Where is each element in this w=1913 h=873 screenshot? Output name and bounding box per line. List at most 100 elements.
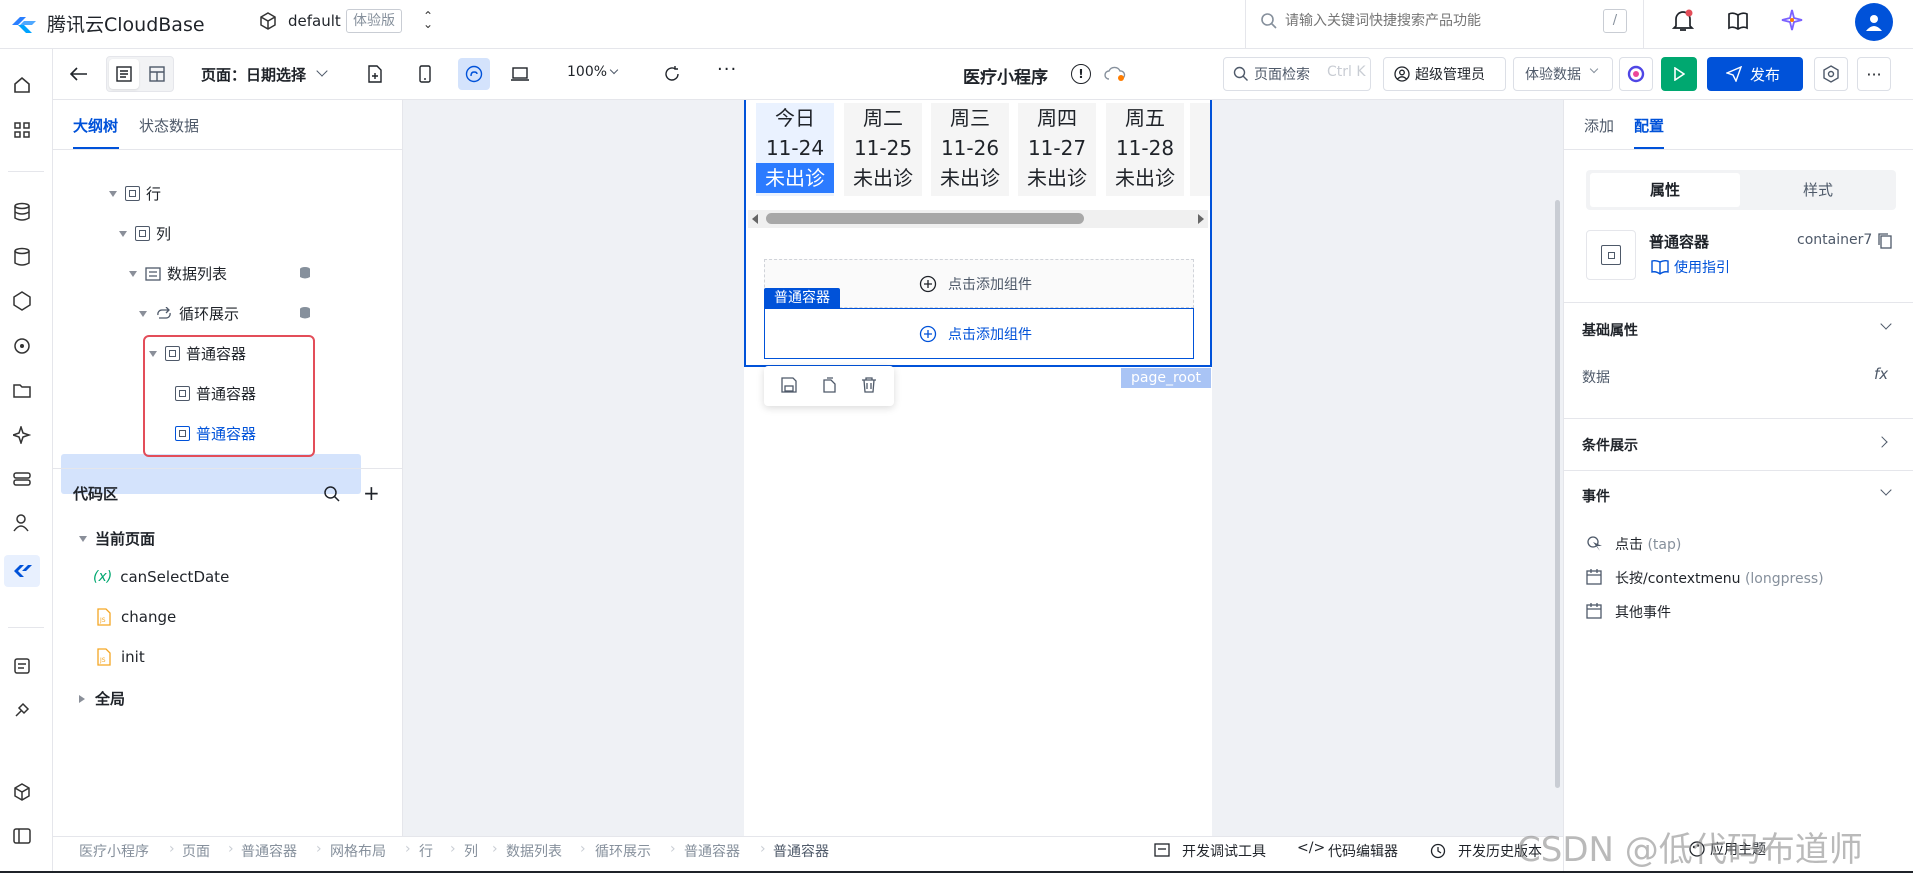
desktop-preview-icon[interactable]: [508, 62, 532, 86]
chevron-down-icon[interactable]: [316, 65, 328, 77]
expand-icon[interactable]: [139, 310, 147, 317]
date-card[interactable]: 周五 11-28 未出诊: [1106, 103, 1184, 196]
user-icon[interactable]: [10, 511, 34, 535]
scroll-right-icon[interactable]: [1198, 214, 1204, 224]
breadcrumb-item[interactable]: 页面: [182, 841, 210, 861]
zoom-level[interactable]: 100%: [567, 64, 607, 80]
canvas-scrollbar[interactable]: [1555, 200, 1560, 788]
breadcrumb-item[interactable]: 网格布局: [330, 841, 386, 861]
breadcrumb-item[interactable]: 列: [464, 841, 478, 861]
code-search-icon[interactable]: [323, 485, 341, 503]
data-model-icon[interactable]: [10, 245, 34, 269]
breadcrumb-item-current[interactable]: 普通容器: [773, 841, 829, 861]
home-icon[interactable]: [10, 73, 34, 97]
devtools-button[interactable]: 开发调试工具: [1182, 841, 1266, 861]
code-item-js[interactable]: JS change: [97, 608, 176, 626]
code-editor-button[interactable]: 代码编辑器: [1328, 841, 1398, 861]
tree-node-column[interactable]: 列: [119, 223, 171, 244]
fx-icon[interactable]: fx: [1874, 365, 1888, 383]
basic-props-header[interactable]: 基础属性: [1582, 320, 1638, 340]
expand-icon[interactable]: [79, 535, 87, 542]
extension-icon[interactable]: [10, 780, 34, 804]
avatar[interactable]: [1855, 3, 1893, 41]
usage-guide-link[interactable]: 使用指引: [1674, 257, 1730, 277]
refresh-icon[interactable]: [660, 62, 684, 86]
workflow-icon[interactable]: [10, 334, 34, 358]
copy-id-icon[interactable]: [1878, 233, 1892, 249]
breadcrumb-item[interactable]: 行: [419, 841, 433, 861]
code-current-page[interactable]: 当前页面: [79, 528, 155, 549]
expand-icon[interactable]: [79, 694, 85, 703]
breadcrumb-item[interactable]: 数据列表: [506, 841, 562, 861]
bell-icon[interactable]: [1672, 9, 1694, 33]
scroll-left-icon[interactable]: [752, 214, 758, 224]
breadcrumb-item[interactable]: 医疗小程序: [79, 841, 149, 861]
cloudbase-logo-icon[interactable]: [10, 13, 38, 35]
outline-view-icon[interactable]: [109, 59, 139, 89]
cloud-sync-icon[interactable]: [1103, 64, 1127, 84]
tree-node-loop[interactable]: 循环展示: [139, 303, 239, 324]
date-card[interactable]: 周三 11-26 未出诊: [931, 103, 1009, 196]
env-name[interactable]: default: [288, 12, 341, 30]
function-icon[interactable]: [10, 289, 34, 313]
segment-styles[interactable]: 样式: [1744, 173, 1892, 207]
segment-properties[interactable]: 属性: [1590, 173, 1740, 207]
breadcrumb-item[interactable]: 普通容器: [241, 841, 297, 861]
code-item-var[interactable]: (x) canSelectDate: [93, 568, 229, 586]
date-card[interactable]: 周二 11-25 未出诊: [844, 103, 922, 196]
back-arrow-icon[interactable]: [67, 62, 91, 86]
ai-copilot-icon[interactable]: [1619, 57, 1653, 91]
tree-node-row[interactable]: 行: [109, 183, 161, 204]
expand-icon[interactable]: [119, 230, 127, 237]
condition-header[interactable]: 条件展示: [1582, 435, 1638, 455]
breadcrumb-item[interactable]: 循环展示: [595, 841, 651, 861]
grid-icon[interactable]: [10, 118, 34, 142]
logs-icon[interactable]: [10, 654, 34, 678]
plugin-icon[interactable]: [10, 698, 34, 722]
breadcrumb-item[interactable]: 普通容器: [684, 841, 740, 861]
mobile-preview-icon[interactable]: [413, 62, 437, 86]
brand-title[interactable]: 腾讯云CloudBase: [47, 10, 205, 37]
more-options-icon[interactable]: ···: [1857, 57, 1891, 91]
collapse-chevron-icon[interactable]: [1880, 318, 1892, 330]
info-icon[interactable]: !: [1071, 64, 1091, 84]
global-search-input[interactable]: [1285, 9, 1585, 33]
code-item-js[interactable]: JS init: [97, 648, 145, 666]
expand-chevron-icon[interactable]: [1876, 436, 1888, 448]
date-card[interactable]: 今日 11-24 未出诊: [756, 103, 834, 196]
page-root-tag[interactable]: page_root: [1121, 368, 1212, 388]
expand-icon[interactable]: [109, 190, 117, 197]
zoom-chevron-icon[interactable]: [609, 65, 619, 75]
events-header[interactable]: 事件: [1582, 486, 1610, 506]
ai-sparkle-icon[interactable]: [10, 423, 34, 447]
collapse-sidebar-icon[interactable]: [10, 824, 34, 848]
tab-add[interactable]: 添加: [1584, 115, 1614, 136]
page-selector[interactable]: 页面：日期选择: [201, 64, 306, 85]
tab-config[interactable]: 配置: [1634, 115, 1664, 136]
more-icon[interactable]: ···: [717, 59, 737, 80]
storage-icon[interactable]: [10, 379, 34, 403]
tree-node-data-list[interactable]: 数据列表: [129, 263, 227, 284]
integration-icon[interactable]: [10, 467, 34, 491]
scrollbar-thumb[interactable]: [766, 213, 1084, 224]
event-other[interactable]: 其他事件: [1615, 602, 1671, 622]
ai-assistant-icon[interactable]: [1781, 9, 1803, 31]
layout-view-icon[interactable]: [142, 59, 172, 89]
code-global[interactable]: 全局: [79, 688, 125, 709]
lowcode-app-icon[interactable]: [4, 555, 40, 587]
book-icon[interactable]: [1727, 11, 1749, 31]
new-page-icon[interactable]: [363, 62, 387, 86]
database-icon[interactable]: [10, 200, 34, 224]
env-switch-icon[interactable]: ⌃ ⌄: [423, 10, 433, 30]
run-preview-button[interactable]: [1661, 57, 1697, 91]
expand-icon[interactable]: [129, 270, 137, 277]
delete-icon[interactable]: [861, 377, 877, 393]
miniprogram-preview-icon[interactable]: [458, 58, 490, 90]
selected-component-tag[interactable]: 普通容器: [764, 288, 840, 308]
collapse-chevron-icon[interactable]: [1880, 484, 1892, 496]
event-tap[interactable]: 点击 (tap): [1615, 534, 1681, 554]
tab-outline[interactable]: 大纲树: [73, 115, 118, 136]
tab-state-data[interactable]: 状态数据: [139, 115, 199, 136]
add-code-icon[interactable]: +: [363, 481, 380, 505]
date-card[interactable]: 周四 11-27 未出诊: [1018, 103, 1096, 196]
